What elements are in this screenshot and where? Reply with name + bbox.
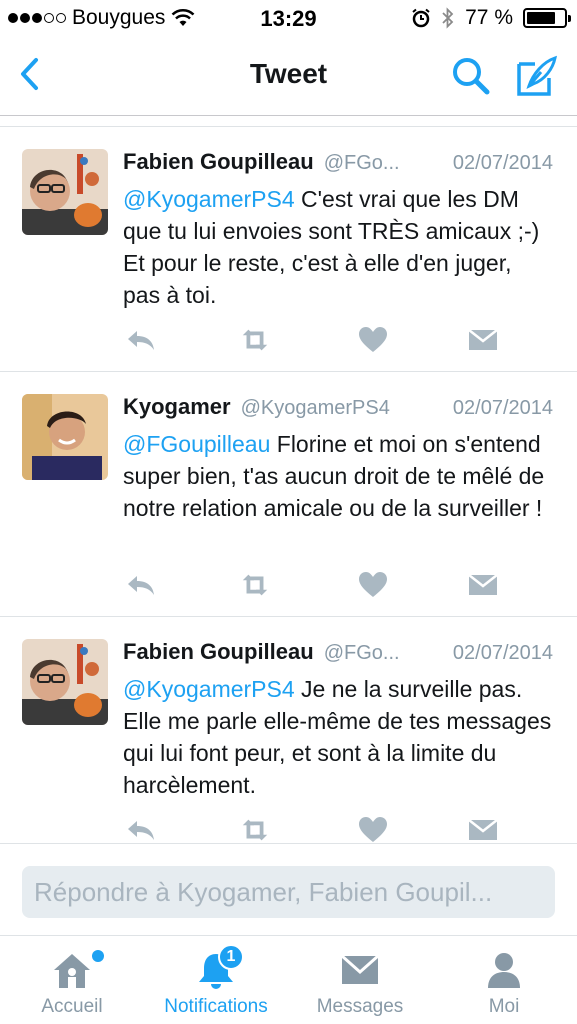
- tweet-list[interactable]: Fabien Goupilleau @FGo... 02/07/2014 @Ky…: [0, 117, 577, 843]
- person-icon: [488, 953, 520, 988]
- direct-message-icon[interactable]: [467, 325, 499, 355]
- tab-bar: Accueil 1 Notifications Messages Moi: [0, 935, 577, 1024]
- tweet-text: @FGoupilleau Florine et moi on s'entend …: [123, 428, 553, 524]
- tweet-actions: [123, 815, 503, 843]
- tweet-date: 02/07/2014: [452, 152, 553, 174]
- status-right: 77 %: [411, 6, 571, 30]
- tab-me[interactable]: Moi: [432, 936, 576, 1024]
- tweet-text: @KyogamerPS4 C'est vrai que les DM que t…: [123, 183, 553, 311]
- retweet-icon[interactable]: [239, 570, 271, 600]
- home-icon: [54, 954, 90, 988]
- tweet[interactable]: Fabien Goupilleau @FGo... 02/07/2014 @Ky…: [0, 617, 577, 843]
- bluetooth-icon: [442, 7, 454, 29]
- compose-icon[interactable]: [515, 54, 559, 98]
- direct-message-icon[interactable]: [467, 815, 499, 843]
- battery-icon: [523, 8, 571, 28]
- tweet[interactable]: Fabien Goupilleau @FGo... 02/07/2014 @Ky…: [0, 127, 577, 372]
- battery-percent: 77 %: [465, 6, 513, 29]
- status-bar: Bouygues 13:29 77 %: [0, 0, 577, 38]
- tab-label: Moi: [488, 996, 520, 1017]
- author-name[interactable]: Fabien Goupilleau: [123, 639, 314, 665]
- tab-label: Notifications: [164, 996, 268, 1017]
- divider: [0, 117, 577, 127]
- reply-area: Répondre à Kyogamer, Fabien Goupil...: [0, 843, 577, 935]
- mention-link[interactable]: @FGoupilleau: [123, 431, 270, 457]
- author-name[interactable]: Fabien Goupilleau: [123, 149, 314, 175]
- tweet-header: Fabien Goupilleau @FGo... 02/07/2014: [123, 149, 553, 175]
- tab-notifications[interactable]: 1 Notifications: [144, 936, 288, 1024]
- reply-icon[interactable]: [125, 815, 157, 843]
- tweet-date: 02/07/2014: [452, 397, 553, 419]
- tweet-header: Kyogamer @KyogamerPS4 02/07/2014: [123, 394, 553, 420]
- tweet-text: @KyogamerPS4 Je ne la surveille pas. Ell…: [123, 673, 553, 801]
- search-icon[interactable]: [449, 54, 493, 98]
- reply-icon[interactable]: [125, 325, 157, 355]
- navigation-bar: Tweet: [0, 38, 577, 116]
- mention-link[interactable]: @KyogamerPS4: [123, 186, 295, 212]
- author-name[interactable]: Kyogamer: [123, 394, 231, 420]
- tab-messages[interactable]: Messages: [288, 936, 432, 1024]
- retweet-icon[interactable]: [239, 815, 271, 843]
- reply-input[interactable]: Répondre à Kyogamer, Fabien Goupil...: [22, 866, 555, 918]
- avatar[interactable]: [22, 149, 108, 235]
- reply-icon[interactable]: [125, 570, 157, 600]
- tweet-date: 02/07/2014: [452, 642, 553, 664]
- mention-link[interactable]: @KyogamerPS4: [123, 676, 295, 702]
- like-icon[interactable]: [357, 815, 389, 843]
- tab-home[interactable]: Accueil: [0, 936, 144, 1024]
- avatar[interactable]: [22, 394, 108, 480]
- direct-message-icon[interactable]: [467, 570, 499, 600]
- author-handle[interactable]: @KyogamerPS4: [241, 397, 441, 420]
- retweet-icon[interactable]: [239, 325, 271, 355]
- author-handle[interactable]: @FGo...: [324, 152, 441, 175]
- author-handle[interactable]: @FGo...: [324, 642, 441, 665]
- tweet[interactable]: Kyogamer @KyogamerPS4 02/07/2014 @FGoupi…: [0, 372, 577, 617]
- tweet-actions: [123, 325, 503, 359]
- new-content-dot: [92, 950, 104, 962]
- alarm-clock-icon: [412, 8, 430, 28]
- like-icon[interactable]: [357, 570, 389, 600]
- avatar[interactable]: [22, 639, 108, 725]
- battery-level: [527, 12, 555, 24]
- like-icon[interactable]: [357, 325, 389, 355]
- tab-label: Messages: [316, 996, 404, 1017]
- envelope-icon: [341, 954, 379, 984]
- tweet-header: Fabien Goupilleau @FGo... 02/07/2014: [123, 639, 553, 665]
- notification-badge: 1: [218, 944, 244, 970]
- tab-label: Accueil: [41, 996, 103, 1017]
- tweet-actions: [123, 570, 503, 604]
